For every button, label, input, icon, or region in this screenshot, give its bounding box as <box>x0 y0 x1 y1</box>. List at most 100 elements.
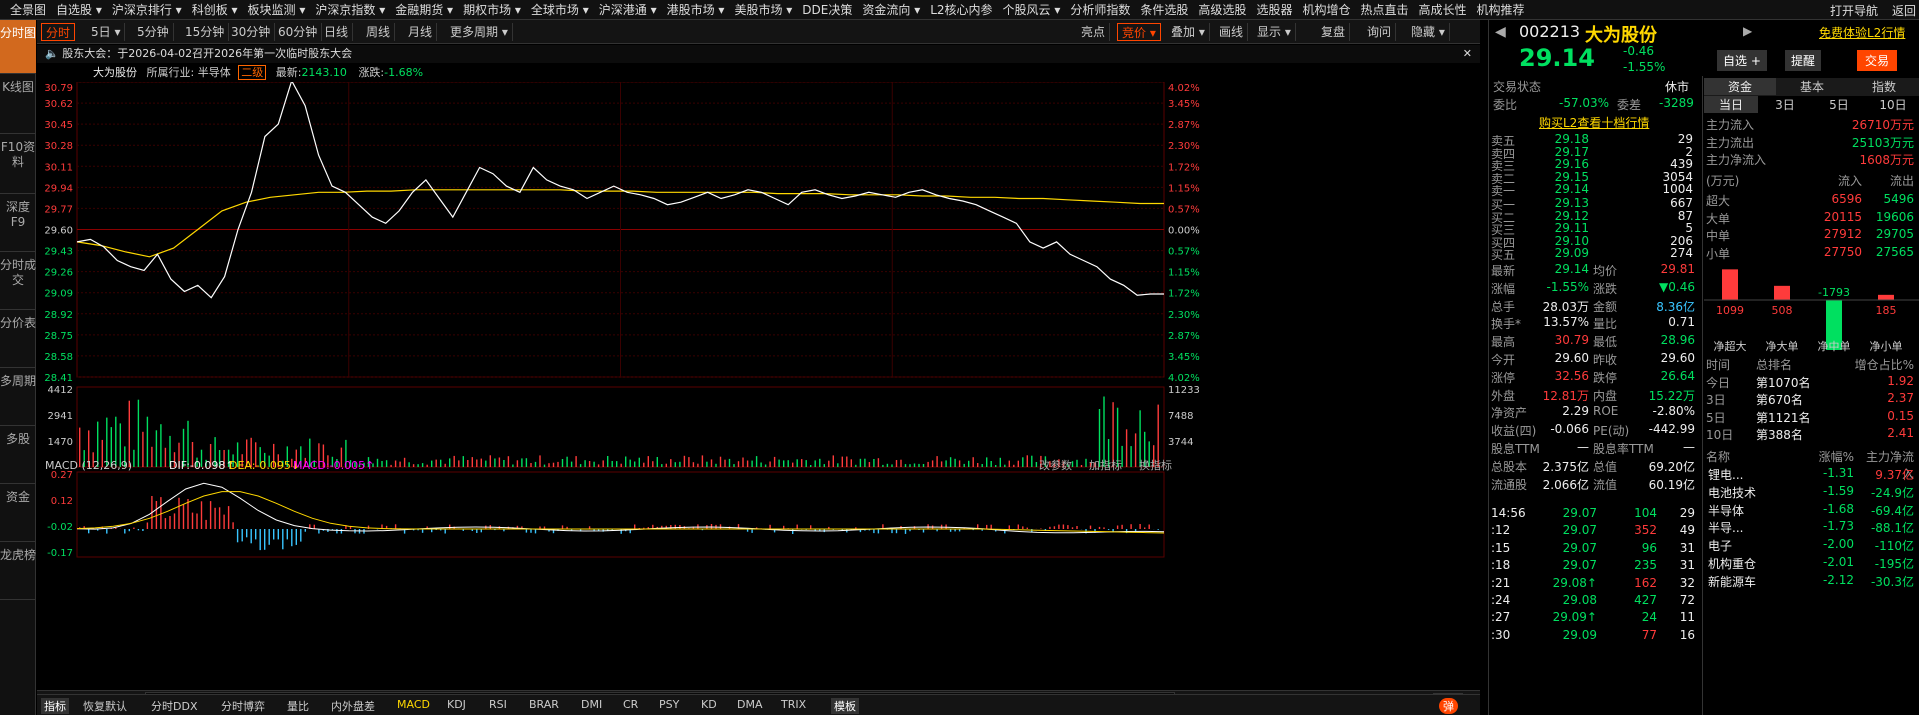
indicator-tab[interactable]: KD <box>701 698 717 711</box>
sector-net-inflow: -88.1亿 <box>1870 521 1914 536</box>
nav-item[interactable]: 港股市场 ▾ <box>667 1 725 18</box>
nav-item[interactable]: 机构增仓 <box>1302 1 1350 18</box>
indicator-tab[interactable]: 量比 <box>287 698 309 714</box>
period-week[interactable]: 周线 <box>362 23 396 41</box>
indicator-tab[interactable]: RSI <box>489 698 507 711</box>
tab-f10[interactable]: F10资料 <box>0 134 36 194</box>
trade-button[interactable]: 交易 <box>1857 50 1898 71</box>
indicator-tab[interactable]: 分时DDX <box>151 698 197 714</box>
indicator-tab[interactable]: 恢复默认 <box>83 698 127 714</box>
next-stock-icon[interactable]: ▶ <box>1743 24 1752 38</box>
tab-multi-stock[interactable]: 多股 <box>0 426 36 484</box>
macd-change-params[interactable]: 改参数 <box>1039 458 1072 472</box>
buy-l2-link[interactable]: 购买L2查看十档行情 <box>1539 114 1649 131</box>
replay-button[interactable]: 复盘 <box>1317 23 1351 41</box>
nav-item[interactable]: 科创板 ▾ <box>192 1 238 18</box>
nav-item[interactable]: 沪深京排行 ▾ <box>112 1 182 18</box>
tab-kline[interactable]: K线图 <box>0 74 36 134</box>
nav-item[interactable]: 分析师指数 <box>1070 1 1130 18</box>
indicator-tab[interactable]: MACD <box>397 698 430 711</box>
sector-net-inflow: -195亿 <box>1874 557 1914 571</box>
nav-item[interactable]: DDE决策 <box>802 1 852 18</box>
nav-item[interactable]: 热点直击 <box>1360 1 1408 18</box>
tab-multi-period[interactable]: 多周期 <box>0 368 36 426</box>
tab-price-table[interactable]: 分价表 <box>0 310 36 368</box>
nav-item[interactable]: 资金流向 ▾ <box>862 1 920 18</box>
highlight-button[interactable]: 亮点 <box>1077 23 1111 41</box>
nav-item[interactable]: 全景图 <box>10 1 46 18</box>
quote-label: ROE <box>1593 404 1619 419</box>
period-30min[interactable]: 30分钟 <box>227 23 276 41</box>
overlay-button[interactable]: 叠加 ▾ <box>1167 23 1210 41</box>
free-l2-link[interactable]: 免费体验L2行情 <box>1819 24 1905 41</box>
nav-item[interactable]: 个股风云 ▾ <box>1003 1 1061 18</box>
rank-value: 第670名 <box>1756 393 1803 408</box>
indicator-tab[interactable]: CR <box>623 698 638 711</box>
period-15min[interactable]: 15分钟 <box>181 23 230 41</box>
indicator-tab[interactable]: 模板 <box>831 698 859 714</box>
remind-button[interactable]: 提醒 <box>1785 50 1822 71</box>
period-more[interactable]: 更多周期 ▾ <box>446 23 513 41</box>
period-day[interactable]: 日线 <box>320 23 354 41</box>
nav-item[interactable]: 机构推荐 <box>1477 1 1525 18</box>
fund-period-tab[interactable]: 10日 <box>1866 96 1919 113</box>
indicator-tab[interactable]: DMI <box>581 698 602 711</box>
nav-item[interactable]: 选股器 <box>1256 1 1292 18</box>
period-5day[interactable]: 5日 ▾ <box>87 23 126 41</box>
fund-period-tab[interactable]: 当日 <box>1704 96 1758 113</box>
draw-line-button[interactable]: 画线 <box>1215 23 1249 41</box>
fund-period-tab[interactable]: 3日 <box>1758 96 1812 113</box>
timeshare-chart[interactable]: 30.79 30.62 30.45 30.28 30.11 29.94 29.77 29.60… <box>37 82 1480 715</box>
nav-item[interactable]: 沪深京指数 ▾ <box>315 1 385 18</box>
info-level-badge[interactable]: 二级 <box>238 65 267 80</box>
back-link[interactable]: 返回 <box>1892 2 1916 19</box>
inquiry-button[interactable]: 询问 <box>1363 23 1397 41</box>
display-button[interactable]: 显示 ▾ <box>1253 23 1296 41</box>
fund-tab[interactable]: 指数 <box>1848 78 1919 95</box>
indicator-tab[interactable]: BRAR <box>529 698 559 711</box>
nav-item[interactable]: 金融期货 ▾ <box>395 1 453 18</box>
nav-item[interactable]: 高成长性 <box>1418 1 1466 18</box>
open-nav-link[interactable]: 打开导航 <box>1830 2 1878 19</box>
nav-item[interactable]: 条件选股 <box>1140 1 1188 18</box>
close-icon[interactable]: ✕ <box>1463 45 1472 63</box>
macd-label[interactable]: MACD (12,26,9) <box>45 459 132 472</box>
auction-button[interactable]: 竞价 ▾ <box>1117 23 1161 41</box>
flow-in: 20115 <box>1823 209 1862 224</box>
macd-switch-indicator[interactable]: 换指标 <box>1139 458 1172 472</box>
indicator-tab[interactable]: PSY <box>659 698 679 711</box>
fund-period-tab[interactable]: 5日 <box>1812 96 1866 113</box>
indicator-tab[interactable]: KDJ <box>447 698 466 711</box>
nav-item[interactable]: 板块监测 ▾ <box>248 1 306 18</box>
prev-stock-icon[interactable]: ◀ <box>1495 24 1506 40</box>
period-5min[interactable]: 5分钟 <box>133 23 174 41</box>
indicator-tab[interactable]: 分时博弈 <box>221 698 265 714</box>
period-timeshare[interactable]: 分时 <box>41 23 76 41</box>
hide-button[interactable]: 隐藏 ▾ <box>1407 23 1450 41</box>
macd-add-indicator[interactable]: 加指标 <box>1089 458 1122 472</box>
tab-funds[interactable]: 资金 <box>0 484 36 542</box>
nav-item[interactable]: 美股市场 ▾ <box>734 1 792 18</box>
nav-item[interactable]: 自选股 ▾ <box>56 1 102 18</box>
fund-tab[interactable]: 资金 <box>1704 78 1776 95</box>
fund-tab[interactable]: 基本 <box>1776 78 1848 95</box>
nav-item[interactable]: 沪深港通 ▾ <box>599 1 657 18</box>
tab-depth[interactable]: 深度F9 <box>0 194 36 252</box>
nav-item[interactable]: L2核心内参 <box>930 1 992 18</box>
period-month[interactable]: 月线 <box>404 23 438 41</box>
nav-item[interactable]: 期权市场 ▾ <box>463 1 521 18</box>
period-60min[interactable]: 60分钟 <box>274 23 323 41</box>
macd-bar <box>291 529 293 547</box>
tab-dragon-tiger[interactable]: 龙虎榜 <box>0 542 36 600</box>
indicator-tab[interactable]: DMA <box>737 698 763 711</box>
tab-trades[interactable]: 分时成交 <box>0 252 36 310</box>
percent-tick-label: 3.45% <box>1168 352 1200 363</box>
nav-item[interactable]: 全球市场 ▾ <box>531 1 589 18</box>
tab-timeshare[interactable]: 分时图 <box>0 20 36 74</box>
add-watchlist-button[interactable]: 自选 + <box>1717 50 1767 71</box>
indicator-tab[interactable]: 内外盘差 <box>331 698 375 714</box>
danmu-toggle[interactable]: 弹 <box>1439 698 1458 714</box>
indicator-tab[interactable]: 指标 <box>41 698 69 714</box>
indicator-tab[interactable]: TRIX <box>781 698 806 711</box>
nav-item[interactable]: 高级选股 <box>1198 1 1246 18</box>
